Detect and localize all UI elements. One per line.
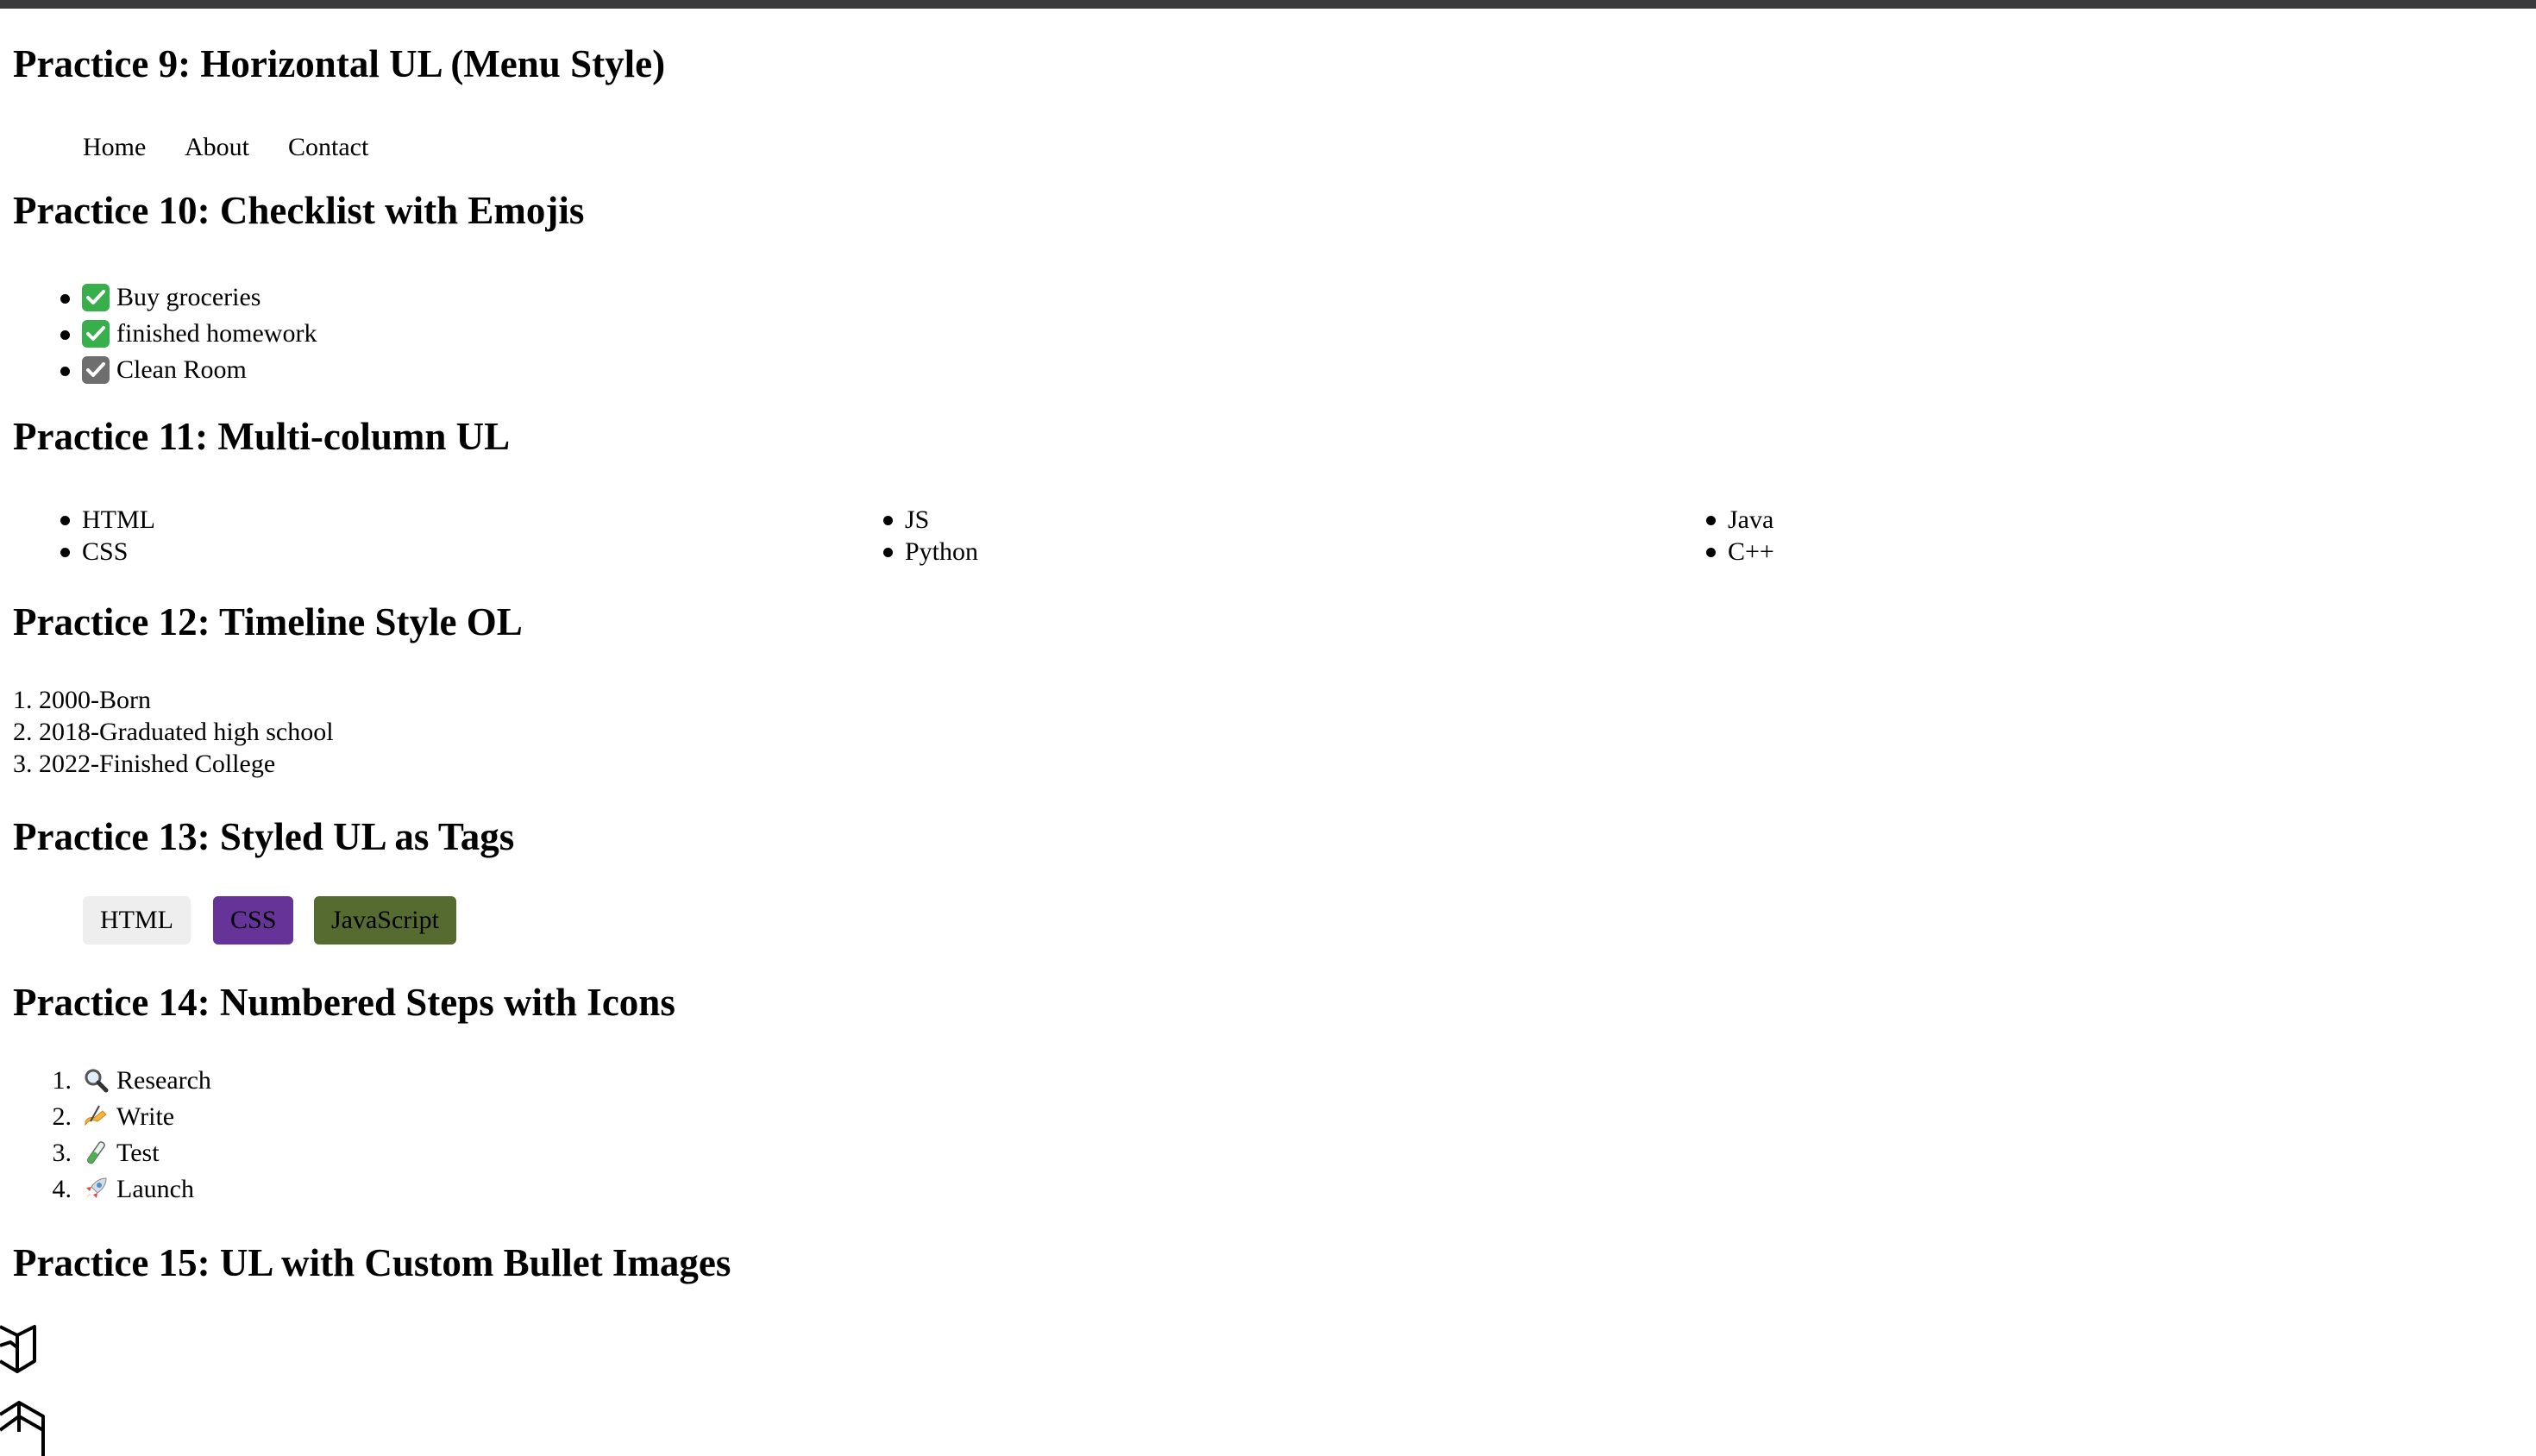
list-item-text: Python — [905, 537, 979, 566]
step-text: Research — [116, 1066, 211, 1095]
multi-column-list: HTML CSS JS Python Java C++ — [13, 504, 1911, 573]
list-item-text: C++ — [1728, 537, 1774, 566]
timeline-list: 1. 2000-Born 2. 2018-Graduated high scho… — [13, 684, 617, 788]
timeline-item: 1. 2000-Born — [13, 686, 151, 714]
step-text: Write — [116, 1102, 175, 1131]
practice-10-heading: Practice 10: Checklist with Emojis — [13, 189, 585, 232]
bullet-dot — [60, 330, 70, 340]
step-text: Test — [116, 1139, 160, 1167]
writing-hand-icon — [85, 1105, 107, 1127]
list-item: Clean Room — [13, 354, 530, 390]
bullet-dot — [60, 367, 70, 376]
bullet-dot — [1706, 548, 1716, 557]
menu-item-about[interactable]: About — [185, 131, 249, 163]
tag-html: HTML — [83, 896, 191, 945]
bullet-dot — [60, 548, 70, 557]
practice-13-heading: Practice 13: Styled UL as Tags — [13, 815, 515, 858]
practice-9-heading: Practice 9: Horizontal UL (Menu Style) — [13, 42, 666, 85]
list-item-text: JS — [905, 505, 930, 534]
menu-item-contact[interactable]: Contact — [288, 131, 368, 163]
browser-top-bar — [0, 0, 2536, 9]
timeline-item: 3. 2022-Finished College — [13, 750, 276, 778]
tag-javascript: JavaScript — [314, 896, 456, 945]
step-item: 3. Test — [13, 1137, 358, 1173]
step-text: Launch — [116, 1175, 194, 1203]
list-item: finished homework — [13, 317, 530, 354]
checklist-item-text: Buy groceries — [116, 283, 261, 311]
practice-15-heading: Practice 15: UL with Custom Bullet Image… — [13, 1241, 731, 1284]
bullet-dot — [883, 516, 893, 525]
step-item: 1. Research — [13, 1064, 358, 1101]
practice-12-heading: Practice 12: Timeline Style OL — [13, 600, 523, 643]
checklist: Buy groceries finished homework Clean Ro… — [13, 281, 530, 390]
bullet-dot — [1706, 516, 1716, 525]
check-mark-green-icon — [82, 283, 110, 311]
magnifier-icon — [85, 1069, 109, 1093]
numbered-steps-list: 1. Research 2. Write 3. Test 4. Launch — [13, 1064, 617, 1211]
bullet-dot — [883, 548, 893, 557]
rocket-icon — [85, 1177, 107, 1199]
bullet-dot — [60, 294, 70, 304]
list-item-text: HTML — [82, 505, 155, 534]
list-item-text: CSS — [82, 537, 129, 566]
check-mark-green-icon — [82, 319, 110, 348]
step-item: 4. Launch — [13, 1173, 358, 1209]
step-item: 2. Write — [13, 1101, 358, 1137]
check-box-gray-icon — [82, 355, 110, 384]
step-number: 3. — [52, 1139, 72, 1167]
step-number: 1. — [52, 1066, 72, 1095]
menu-item-home[interactable]: Home — [83, 131, 146, 163]
practice-14-heading: Practice 14: Numbered Steps with Icons — [13, 981, 675, 1024]
list-item: Buy groceries — [13, 281, 530, 317]
test-tube-icon — [86, 1141, 105, 1164]
bullet-dot — [60, 516, 70, 525]
tag-list: HTML CSS JavaScript — [13, 896, 617, 945]
horizontal-menu: Home About Contact — [13, 131, 530, 166]
step-number: 2. — [52, 1102, 72, 1131]
cube-outline-icon — [0, 1325, 45, 1456]
timeline-item: 2. 2018-Graduated high school — [13, 718, 334, 746]
tag-css: CSS — [213, 896, 294, 945]
checklist-item-text: finished homework — [116, 319, 317, 348]
checklist-item-text: Clean Room — [116, 355, 247, 384]
list-item-text: Java — [1728, 505, 1774, 534]
practice-11-heading: Practice 11: Multi-column UL — [13, 415, 511, 458]
step-number: 4. — [52, 1175, 72, 1203]
